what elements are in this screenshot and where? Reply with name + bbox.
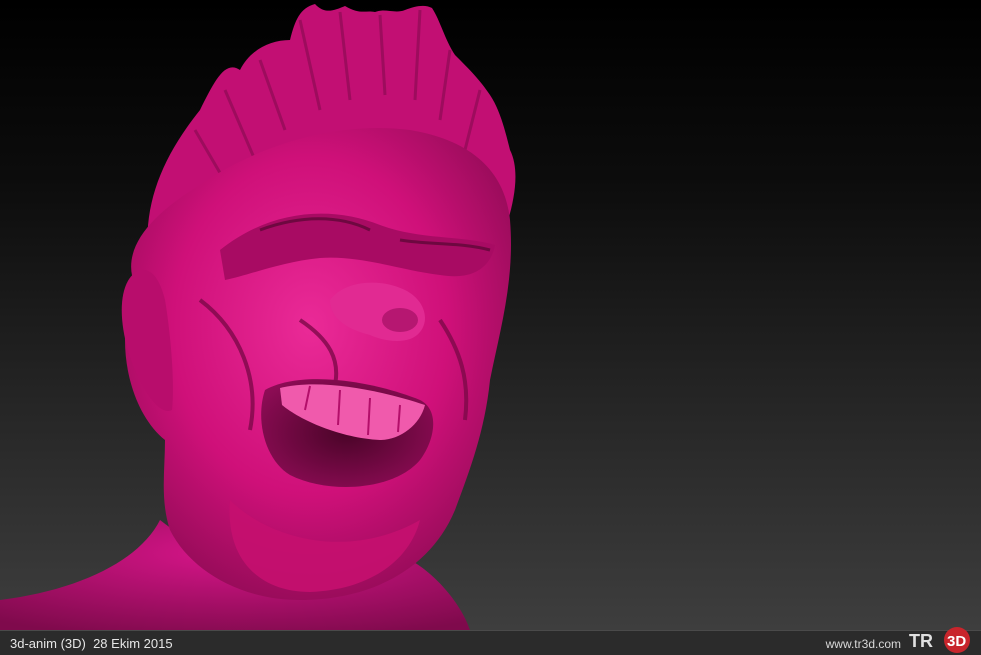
site-url: www.tr3d.com (825, 637, 901, 651)
svg-text:TR: TR (909, 631, 933, 651)
head-shape (125, 128, 511, 600)
caption-bar: 3d-anim (3D) 28 Ekim 2015 www.tr3d.com T… (0, 627, 981, 655)
image-caption: 3d-anim (3D) 28 Ekim 2015 (10, 636, 173, 651)
svg-text:3D: 3D (947, 633, 966, 650)
image-frame: 3d-anim (3D) 28 Ekim 2015 www.tr3d.com T… (0, 0, 981, 655)
render-viewport (0, 0, 981, 630)
sculpted-head-render (0, 4, 516, 630)
tr3d-logo-icon: TR 3D (909, 627, 970, 653)
